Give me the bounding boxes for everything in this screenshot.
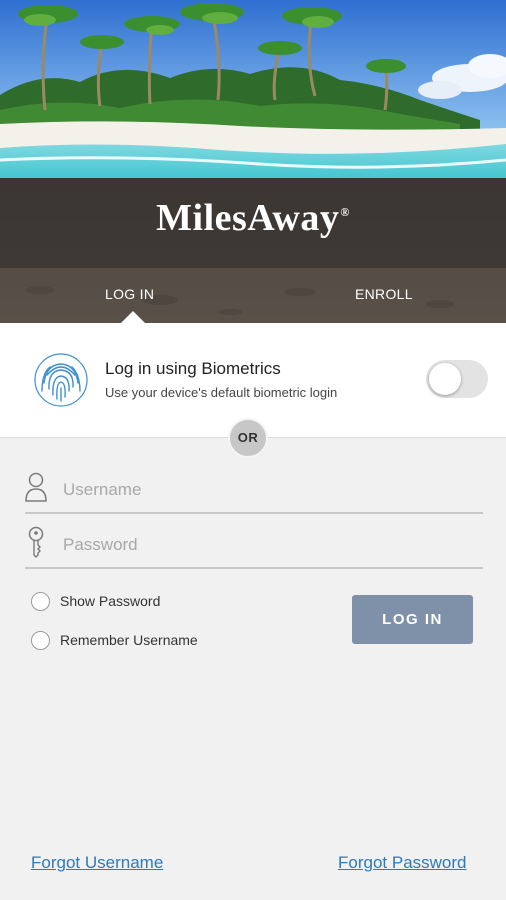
remember-username-label: Remember Username bbox=[60, 632, 198, 648]
brand-logo: MilesAway® bbox=[0, 196, 506, 240]
biometrics-toggle[interactable] bbox=[426, 360, 488, 398]
active-tab-indicator bbox=[121, 311, 145, 323]
password-input[interactable] bbox=[63, 531, 473, 559]
password-field bbox=[25, 521, 483, 569]
tab-login[interactable]: LOG IN bbox=[105, 286, 154, 302]
fingerprint-icon bbox=[34, 353, 88, 407]
toggle-knob bbox=[429, 363, 461, 395]
show-password-label: Show Password bbox=[60, 593, 161, 609]
biometrics-title: Log in using Biometrics bbox=[105, 359, 281, 378]
tab-bar bbox=[0, 268, 506, 323]
or-divider: OR bbox=[228, 418, 268, 458]
username-input[interactable] bbox=[63, 476, 473, 504]
key-icon bbox=[28, 526, 44, 558]
forgot-username-link[interactable]: Forgot Username bbox=[31, 853, 163, 873]
logo-text: MilesAway bbox=[156, 197, 340, 239]
biometrics-subtitle: Use your device's default biometric logi… bbox=[105, 385, 338, 400]
login-button[interactable]: LOG IN bbox=[352, 595, 473, 644]
user-icon bbox=[25, 472, 47, 502]
hero-banner: MilesAway® LOG IN ENROLL bbox=[0, 0, 506, 323]
remember-username-radio[interactable] bbox=[31, 631, 50, 650]
username-field bbox=[25, 466, 483, 514]
show-password-radio[interactable] bbox=[31, 592, 50, 611]
forgot-password-link[interactable]: Forgot Password bbox=[338, 853, 467, 873]
registered-mark: ® bbox=[340, 205, 350, 220]
tab-enroll[interactable]: ENROLL bbox=[355, 286, 413, 302]
